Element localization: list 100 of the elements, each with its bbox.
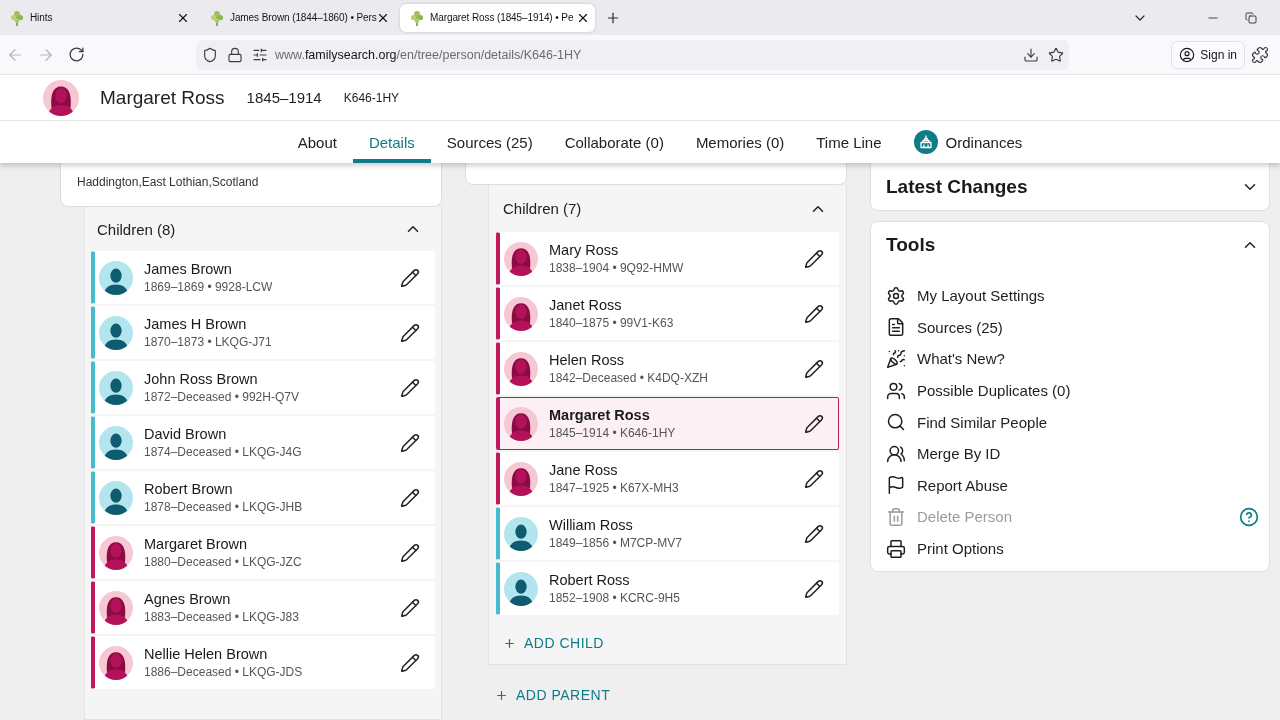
nav-tab[interactable]: Collaborate (0) — [548, 121, 680, 163]
child-details: 1852–1908 • KCRC-9H5 — [549, 591, 680, 605]
person-lifespan: 1845–1914 — [246, 89, 322, 106]
add-child-link[interactable]: ADD CHILD — [503, 634, 604, 652]
url-text[interactable]: www.familysearch.org/en/tree/person/details/K646-1HY — [275, 47, 582, 62]
tool-link[interactable]: Find Similar People — [886, 412, 1048, 433]
child-name: Robert Brown — [144, 481, 233, 497]
edit-button[interactable] — [400, 267, 420, 288]
edit-button[interactable] — [804, 358, 824, 379]
add-parent-link[interactable]: ADD PARENT — [495, 686, 611, 704]
tool-link[interactable]: My Layout Settings — [886, 285, 1045, 306]
child-details: 1878–Deceased • LKQG-JHB — [144, 500, 303, 514]
edit-button[interactable] — [400, 652, 420, 673]
tool-link[interactable]: Merge By ID — [886, 443, 1001, 464]
pencil-icon — [804, 523, 824, 544]
edit-button[interactable] — [400, 597, 420, 618]
star-icon[interactable] — [1048, 46, 1064, 63]
sign-in-button[interactable]: Sign in — [1171, 40, 1245, 69]
address-bar[interactable]: www.familysearch.org/en/tree/person/details/K646-1HY — [196, 39, 1069, 70]
edit-button[interactable] — [804, 578, 824, 599]
nav-tab[interactable]: Memories (0) — [679, 121, 801, 163]
child-name: Robert Ross — [549, 572, 630, 588]
pencil-icon — [400, 597, 420, 618]
pencil-icon — [400, 377, 420, 398]
plus-icon — [503, 636, 516, 650]
browser-tab[interactable]: Hints — [0, 3, 195, 32]
account-icon — [1179, 46, 1196, 63]
child-details: 1874–Deceased • LKQG-J4G — [144, 445, 302, 459]
nav-tab[interactable]: Sources (25) — [430, 121, 549, 163]
child-card[interactable]: Agnes Brown 1883–Deceased • LKQG-J83 — [91, 581, 435, 634]
lock-icon[interactable] — [227, 46, 243, 63]
child-card[interactable]: David Brown 1874–Deceased • LKQG-J4G — [91, 416, 435, 469]
child-card[interactable]: Nellie Helen Brown 1886–Deceased • LKQG-JDS — [91, 636, 435, 689]
sliders-icon[interactable] — [252, 46, 268, 63]
child-card[interactable]: Helen Ross 1842–Deceased • K4DQ-XZH — [496, 342, 839, 395]
edit-button[interactable] — [804, 248, 824, 269]
woman-avatar-icon — [43, 79, 79, 116]
child-card[interactable]: Robert Brown 1878–Deceased • LKQG-JHB — [91, 471, 435, 524]
shield-icon[interactable] — [202, 46, 218, 63]
trash-icon — [886, 506, 906, 527]
edit-button[interactable] — [804, 523, 824, 544]
woman-avatar-icon — [99, 535, 133, 570]
nav-tab[interactable]: Details — [352, 121, 431, 163]
child-card[interactable]: Margaret Brown 1880–Deceased • LKQG-JZC — [91, 526, 435, 579]
browser-tab[interactable]: James Brown (1844–1860) • Pers — [200, 3, 395, 32]
child-card[interactable]: James H Brown 1870–1873 • LKQG-J71 — [91, 306, 435, 359]
pencil-icon — [400, 267, 420, 288]
pencil-icon — [400, 652, 420, 673]
man-avatar-icon — [99, 260, 133, 295]
edit-button[interactable] — [400, 377, 420, 398]
child-card[interactable]: Janet Ross 1840–1875 • 99V1-K63 — [496, 287, 839, 340]
child-card[interactable]: John Ross Brown 1872–Deceased • 992H-Q7V — [91, 361, 435, 414]
person-name: Margaret Ross — [100, 86, 225, 109]
child-card[interactable]: Jane Ross 1847–1925 • K67X-MH3 — [496, 452, 839, 505]
tree-icon — [410, 9, 424, 26]
edit-button[interactable] — [804, 303, 824, 324]
reload-icon[interactable] — [68, 46, 85, 63]
child-name: James H Brown — [144, 316, 247, 332]
pencil-icon — [804, 248, 824, 269]
restore-icon[interactable] — [1245, 11, 1257, 24]
people-icon — [886, 380, 906, 401]
pencil-icon — [804, 468, 824, 489]
section-title: Tools — [886, 234, 936, 256]
child-details: 1845–1914 • K646-1HY — [549, 426, 676, 440]
tool-link[interactable]: Sources (25) — [886, 317, 1003, 338]
edit-button[interactable] — [804, 468, 824, 489]
child-name: Janet Ross — [549, 297, 622, 313]
edit-button[interactable] — [400, 487, 420, 508]
tool-link[interactable]: Print Options — [886, 538, 1004, 559]
child-details: 1869–1869 • 9928-LCW — [144, 280, 273, 294]
nav-tab[interactable]: About — [281, 121, 353, 163]
child-name: William Ross — [549, 517, 633, 533]
puzzle-icon[interactable] — [1251, 45, 1269, 64]
edit-button[interactable] — [400, 322, 420, 343]
child-card[interactable]: Robert Ross 1852–1908 • KCRC-9H5 — [496, 562, 839, 615]
child-card[interactable]: William Ross 1849–1856 • M7CP-MV7 — [496, 507, 839, 560]
nav-tab[interactable]: Time Line — [800, 121, 898, 163]
document-icon — [886, 317, 906, 338]
download-icon[interactable] — [1023, 46, 1039, 63]
child-card[interactable]: Mary Ross 1838–1904 • 9Q92-HMW — [496, 232, 839, 285]
temple-icon — [913, 130, 938, 154]
nav-tab[interactable]: Ordinances — [897, 121, 1039, 163]
tool-link[interactable]: What's New? — [886, 349, 1005, 369]
child-details: 1886–Deceased • LKQG-JDS — [144, 665, 303, 679]
section-title: Latest Changes — [886, 175, 1028, 198]
child-card[interactable]: Margaret Ross 1845–1914 • K646-1HY — [496, 397, 839, 450]
tool-link[interactable]: Possible Duplicates (0) — [886, 380, 1071, 401]
child-name: David Brown — [144, 426, 227, 442]
edit-button[interactable] — [400, 432, 420, 453]
edit-button[interactable] — [400, 542, 420, 563]
help-button[interactable] — [1239, 506, 1259, 527]
children-heading: Children (8) — [97, 220, 176, 238]
woman-avatar-icon — [504, 296, 538, 331]
child-name: Margaret Ross — [549, 407, 650, 423]
child-card[interactable]: James Brown 1869–1869 • 9928-LCW — [91, 251, 435, 304]
tool-link[interactable]: Report Abuse — [886, 475, 1008, 496]
pencil-icon — [804, 303, 824, 324]
edit-button[interactable] — [804, 413, 824, 434]
browser-tab[interactable]: Margaret Ross (1845–1914) • Pe — [400, 3, 595, 32]
woman-avatar-icon — [99, 590, 133, 625]
